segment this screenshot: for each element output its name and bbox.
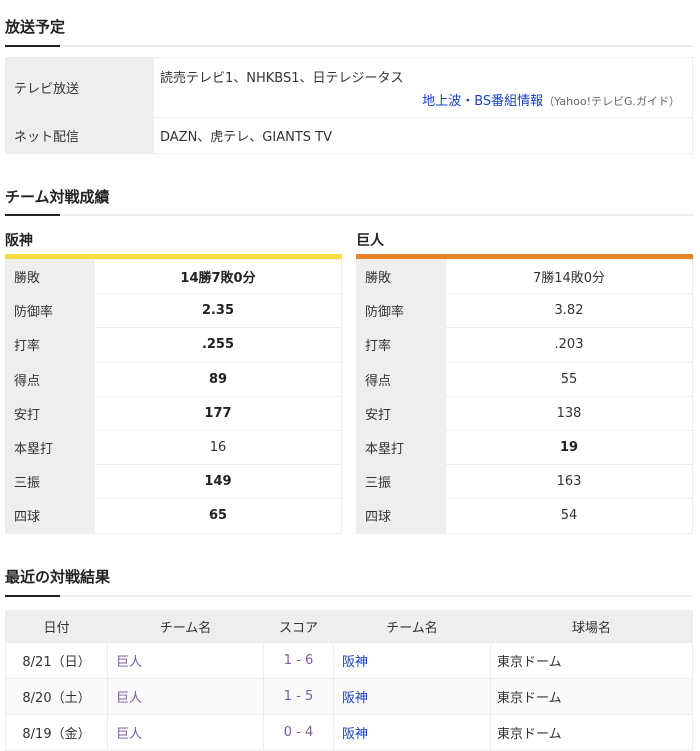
stat-value: 89 (94, 361, 342, 397)
giants-stats-table: 勝敗 7勝14敗0分 防御率 3.82 打率 .203 得点 55 安打 138 本塁打 19 三振 16… (356, 258, 693, 534)
stat-row: 防御率 2.35 (5, 293, 342, 329)
stat-value: 2.35 (94, 293, 342, 329)
away-team-link[interactable]: 阪神 (342, 727, 368, 742)
stat-value: 163 (445, 464, 693, 500)
stat-row: 勝敗 14勝7敗0分 (5, 258, 342, 295)
results-table: 日付 チーム名 スコア チーム名 球場名 8/21（日） 巨人 1 - 6 阪神 東京ド… (5, 610, 693, 751)
stat-label: 安打 (356, 395, 446, 431)
stat-label: 防御率 (5, 293, 95, 329)
stat-row: 四球 54 (356, 498, 693, 534)
stat-row: 得点 55 (356, 361, 693, 397)
stat-value: 138 (445, 395, 693, 431)
stat-row: 四球 65 (5, 498, 342, 534)
stat-label: 安打 (5, 395, 95, 431)
home-team-link[interactable]: 巨人 (116, 655, 142, 670)
stat-label: 防御率 (356, 293, 446, 329)
stat-row: 安打 138 (356, 395, 693, 431)
away-team-link[interactable]: 阪神 (342, 691, 368, 706)
stat-value: 16 (94, 429, 342, 466)
stadium-cell: 東京ドーム (490, 714, 693, 751)
stat-value: 177 (94, 395, 342, 431)
team-name-giants: 巨人 (356, 233, 384, 249)
table-row: 8/20（土） 巨人 1 - 5 阪神 東京ドーム (5, 678, 693, 715)
stat-label: 本塁打 (356, 429, 446, 466)
stat-value: 3.82 (445, 293, 693, 329)
column-header: チーム名 (333, 610, 491, 643)
results-title: 最近の対戦結果 (5, 568, 111, 586)
stat-value: .203 (445, 327, 693, 363)
stat-label: 勝敗 (356, 258, 446, 295)
column-header: 球場名 (490, 610, 693, 643)
tv-label: テレビ放送 (5, 57, 154, 118)
column-header: 日付 (5, 610, 108, 643)
stat-row: 得点 89 (5, 361, 342, 397)
table-row: 8/21（日） 巨人 1 - 6 阪神 東京ドーム (5, 642, 693, 679)
stat-label: 得点 (356, 361, 446, 397)
divider (5, 214, 693, 216)
date-cell: 8/19（金） (5, 714, 108, 751)
stat-label: 打率 (5, 327, 95, 363)
stat-value: 54 (445, 498, 693, 534)
stat-value: 14勝7敗0分 (94, 258, 342, 295)
divider (5, 595, 693, 597)
stat-row: 勝敗 7勝14敗0分 (356, 258, 693, 295)
divider (5, 45, 693, 47)
stat-row: 本塁打 19 (356, 429, 693, 466)
stat-value: .255 (94, 327, 342, 363)
stadium-cell: 東京ドーム (490, 678, 693, 715)
stat-label: 本塁打 (5, 429, 95, 466)
tv-guide-link[interactable]: 地上波・BS番組情報 (422, 94, 543, 109)
stat-label: 四球 (356, 498, 446, 534)
away-team-link[interactable]: 阪神 (342, 655, 368, 670)
stat-row: 打率 .255 (5, 327, 342, 363)
stat-label: 得点 (5, 361, 95, 397)
stat-label: 打率 (356, 327, 446, 363)
date-cell: 8/20（土） (5, 678, 108, 715)
stat-row: 三振 149 (5, 464, 342, 500)
stat-value: 7勝14敗0分 (445, 258, 693, 295)
home-team-link[interactable]: 巨人 (116, 727, 142, 742)
tv-guide-note: （Yahoo!テレビG.ガイド） (543, 94, 680, 108)
stat-value: 19 (445, 429, 693, 466)
stat-value: 55 (445, 361, 693, 397)
net-value: DAZN、虎テレ、GIANTS TV (153, 117, 693, 154)
stat-label: 四球 (5, 498, 95, 534)
column-header: スコア (263, 610, 334, 643)
broadcast-title: 放送予定 (5, 18, 66, 36)
score-link[interactable]: 1 - 5 (284, 689, 314, 704)
score-link[interactable]: 1 - 6 (284, 653, 314, 668)
stat-label: 三振 (356, 464, 446, 500)
stadium-cell: 東京ドーム (490, 642, 693, 679)
tv-value: 読売テレビ1、NHKBS1、日テレジータス (160, 70, 404, 86)
broadcast-table: テレビ放送 読売テレビ1、NHKBS1、日テレジータス 地上波・BS番組情報（Y… (5, 57, 693, 154)
team-name-hanshin: 阪神 (5, 233, 33, 249)
stat-row: 安打 177 (5, 395, 342, 431)
home-team-link[interactable]: 巨人 (116, 691, 142, 706)
score-link[interactable]: 0 - 4 (284, 725, 314, 740)
stats-title: チーム対戦成績 (5, 188, 110, 206)
stat-row: 防御率 3.82 (356, 293, 693, 329)
date-cell: 8/21（日） (5, 642, 108, 679)
stat-value: 149 (94, 464, 342, 500)
net-label: ネット配信 (5, 117, 154, 154)
stat-row: 三振 163 (356, 464, 693, 500)
stat-row: 打率 .203 (356, 327, 693, 363)
table-row: 8/19（金） 巨人 0 - 4 阪神 東京ドーム (5, 714, 693, 751)
stat-label: 勝敗 (5, 258, 95, 295)
stat-value: 65 (94, 498, 342, 534)
column-header: チーム名 (107, 610, 264, 643)
stat-row: 本塁打 16 (5, 429, 342, 466)
stat-label: 三振 (5, 464, 95, 500)
hanshin-stats-table: 勝敗 14勝7敗0分 防御率 2.35 打率 .255 得点 89 安打 177 本塁打 16 三振 14… (5, 258, 342, 534)
